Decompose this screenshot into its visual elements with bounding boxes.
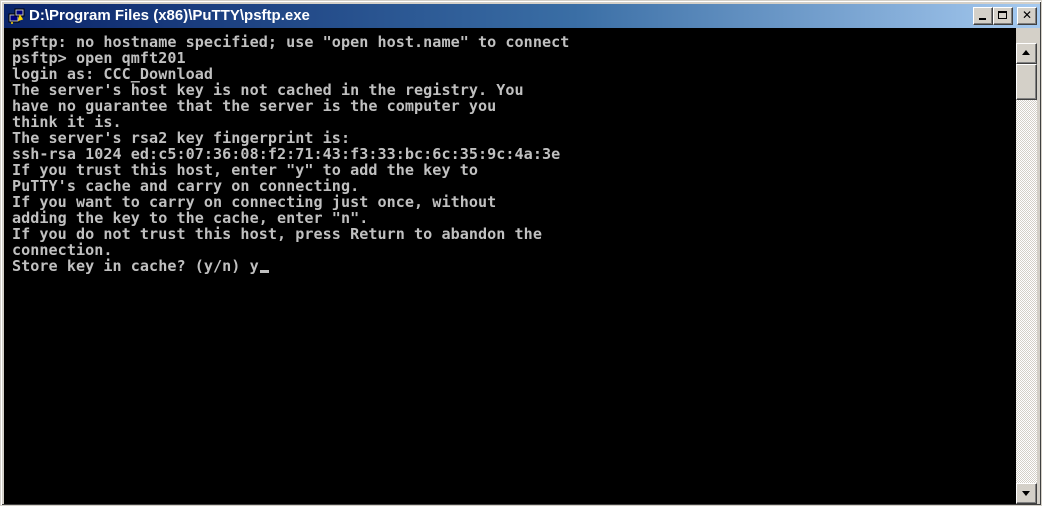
title-bar[interactable]: D:\Program Files (x86)\PuTTY\psftp.exe ✕ [4, 4, 1040, 28]
maximize-button[interactable] [993, 7, 1013, 25]
psftp-console-window: D:\Program Files (x86)\PuTTY\psftp.exe ✕… [0, 0, 1042, 506]
terminal-line: If you do not trust this host, press Ret… [12, 226, 569, 242]
terminal-line: Store key in cache? (y/n) y [12, 258, 569, 274]
scrollbar-thumb[interactable] [1016, 64, 1037, 100]
scroll-down-button[interactable] [1016, 483, 1037, 504]
terminal-line: login as: CCC_Download [12, 66, 569, 82]
terminal-output[interactable]: psftp: no hostname specified; use "open … [4, 28, 1016, 504]
arrow-up-icon [1022, 50, 1030, 55]
terminal-line: psftp: no hostname specified; use "open … [12, 34, 569, 50]
terminal-line: have no guarantee that the server is the… [12, 98, 569, 114]
vertical-scrollbar[interactable] [1016, 28, 1037, 504]
terminal-line: The server's rsa2 key fingerprint is: [12, 130, 569, 146]
terminal-line: psftp> open qmft201 [12, 50, 569, 66]
close-icon: ✕ [1021, 8, 1033, 22]
terminal-line: The server's host key is not cached in t… [12, 82, 569, 98]
window-title: D:\Program Files (x86)\PuTTY\psftp.exe [29, 7, 310, 24]
terminal-line: connection. [12, 242, 569, 258]
scrollbar-top-gap [1016, 28, 1037, 43]
terminal-lines: psftp: no hostname specified; use "open … [12, 34, 569, 274]
terminal-line: If you trust this host, enter "y" to add… [12, 162, 569, 178]
close-button[interactable]: ✕ [1017, 7, 1037, 25]
putty-icon[interactable] [8, 7, 26, 25]
arrow-down-icon [1022, 491, 1030, 496]
terminal-line: If you want to carry on connecting just … [12, 194, 569, 210]
terminal-line: ssh-rsa 1024 ed:c5:07:36:08:f2:71:43:f3:… [12, 146, 569, 162]
minimize-button[interactable] [973, 7, 993, 25]
terminal-line: think it is. [12, 114, 569, 130]
minimize-icon [979, 18, 986, 20]
terminal-line: PuTTY's cache and carry on connecting. [12, 178, 569, 194]
scroll-up-button[interactable] [1016, 43, 1037, 64]
terminal-line-text: Store key in cache? (y/n) y [12, 257, 259, 275]
maximize-icon [998, 11, 1007, 19]
text-cursor [259, 270, 269, 273]
terminal-line: adding the key to the cache, enter "n". [12, 210, 569, 226]
